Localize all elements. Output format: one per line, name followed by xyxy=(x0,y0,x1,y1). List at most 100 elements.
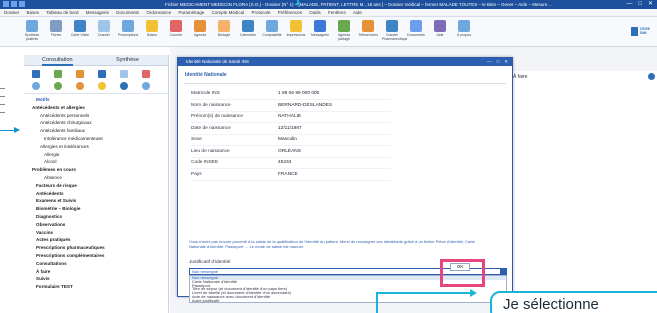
left-panel: Consultation Synthèse Motifs Antécédents … xyxy=(24,55,169,313)
menu-item[interactable]: Dossier xyxy=(4,10,19,15)
left-callout-arrowhead xyxy=(14,127,20,133)
tree-item[interactable]: Antécédents chirurgicaux xyxy=(40,120,92,126)
tree-item[interactable]: Intolérance médicamenteuse xyxy=(44,136,103,142)
undo-icon[interactable] xyxy=(11,1,17,7)
close-icon[interactable]: ✕ xyxy=(648,1,653,7)
ribbon-button[interactable]: Synthèse patients xyxy=(22,20,42,42)
field-label: Matricule INS xyxy=(191,91,220,96)
ribbon-button[interactable]: Prescriptions xyxy=(118,20,138,38)
ribbon-button-icon xyxy=(266,20,278,32)
tree-item[interactable]: Allergies et intolérances xyxy=(40,144,89,150)
menu-item[interactable]: Paramétrage xyxy=(178,10,204,15)
menu-item[interactable]: Aide xyxy=(353,10,362,15)
ribbon-button-icon xyxy=(218,20,230,32)
maximize-icon[interactable]: □ xyxy=(638,1,642,7)
ribbon-button[interactable]: Carte Vitale xyxy=(70,20,90,38)
window-controls: — □ ✕ xyxy=(620,0,653,9)
menu-item[interactable]: Compte Médical xyxy=(212,10,245,15)
panel-tool-icon[interactable] xyxy=(142,70,150,78)
tree-item[interactable]: Absence xyxy=(44,175,62,181)
dialog-minimize-icon[interactable]: — xyxy=(487,59,492,64)
tree-item[interactable]: Alcool xyxy=(44,159,57,165)
panel-tool-icon[interactable] xyxy=(32,82,40,90)
tree-item[interactable]: Prescriptions pharmaceutiques xyxy=(36,245,105,251)
menu-item[interactable]: Messagerie xyxy=(86,10,109,15)
tree-item[interactable]: Problèmes en cours xyxy=(32,167,76,173)
menu-item[interactable]: Outils xyxy=(309,10,321,15)
ribbon-button-label: Bases xyxy=(147,33,157,37)
tree-item[interactable]: Antécédents personnels xyxy=(40,113,89,119)
chevron-down-icon[interactable] xyxy=(500,269,506,274)
tree-item[interactable]: Vaccins xyxy=(36,230,53,236)
menu-item[interactable]: Tableau de bord xyxy=(46,10,78,15)
menu-item[interactable]: Bases xyxy=(27,10,40,15)
panel-tool-icon[interactable] xyxy=(76,82,84,90)
field-value: FRANCE xyxy=(278,171,298,177)
tree-item[interactable]: Prescriptions complémentaires xyxy=(36,253,104,259)
tree-item[interactable]: Antécédents xyxy=(36,191,64,197)
field-divider xyxy=(191,145,391,146)
tab-consultation[interactable]: Consultation xyxy=(42,57,73,66)
tree-item[interactable]: Antécédents familiaux xyxy=(40,128,85,134)
ribbon-button[interactable]: Messagerie xyxy=(310,20,330,38)
minimize-icon[interactable]: — xyxy=(626,1,632,7)
tree-item[interactable]: Motifs xyxy=(36,97,50,103)
panel-tool-icon[interactable] xyxy=(98,70,106,78)
panel-tool-icon[interactable] xyxy=(54,70,62,78)
tree-item[interactable]: Allergie xyxy=(44,152,59,158)
tree-item[interactable]: Facteurs de risque xyxy=(36,183,77,189)
panel-tool-icon[interactable] xyxy=(142,82,150,90)
ribbon-button[interactable]: Bases xyxy=(142,20,162,38)
ribbon-button[interactable]: Comptabilité xyxy=(262,20,282,38)
ribbon-button[interactable]: Biologie xyxy=(214,20,234,38)
tree-item[interactable]: Antécédents et allergies xyxy=(32,105,85,111)
panel-tool-icon[interactable] xyxy=(32,70,40,78)
dialog-close-icon[interactable]: ✕ xyxy=(504,59,508,64)
tree-item[interactable]: Formulaire TEST xyxy=(36,284,73,290)
tree-item[interactable]: Observations xyxy=(36,222,65,228)
menu-item[interactable]: Ordonnance xyxy=(146,10,171,15)
ribbon-button[interactable]: Dossier Pharmaceutique xyxy=(382,20,408,42)
dropdown-option[interactable]: Autre justificatif xyxy=(192,298,219,303)
tab-synthese[interactable]: Synthèse xyxy=(116,57,139,63)
panel-tool-icon[interactable] xyxy=(120,82,128,90)
ribbon-button-label: Courrier xyxy=(169,33,183,37)
panel-tool-icon[interactable] xyxy=(120,70,128,78)
panel-tool-icon[interactable] xyxy=(98,82,106,90)
ribbon-button[interactable]: Calendrier xyxy=(238,20,258,38)
tree-item[interactable]: Examens et Suivis xyxy=(36,198,76,204)
ribbon-button-label: Impressions xyxy=(286,33,306,37)
menu-item[interactable]: Préférences xyxy=(278,10,302,15)
justificatif-label: Justificatif d'identité xyxy=(189,260,231,265)
right-panel: À faire xyxy=(510,71,657,313)
ribbon-button[interactable]: À propos xyxy=(454,20,474,38)
panel-tool-icon[interactable] xyxy=(54,82,62,90)
section-header: Identité Nationale xyxy=(185,72,227,78)
ribbon-button[interactable]: Aide xyxy=(430,20,450,38)
tree-item[interactable]: Biométrie – Biologie xyxy=(36,206,80,212)
tree-item[interactable]: Diagnostics xyxy=(36,214,62,220)
tree-item[interactable]: Consultations xyxy=(36,261,67,267)
ribbon-button[interactable]: Fiches xyxy=(46,20,66,38)
menu-item[interactable]: Protocole xyxy=(251,10,270,15)
redo-icon[interactable] xyxy=(19,1,25,7)
dialog-maximize-icon[interactable]: □ xyxy=(497,59,500,64)
save-icon[interactable] xyxy=(3,1,9,7)
field-value: 1 89 06 99 000 000 xyxy=(278,91,320,96)
settings-gear-icon[interactable] xyxy=(648,73,655,80)
menu-item[interactable]: Fenêtres xyxy=(328,10,346,15)
ribbon-button[interactable]: Téléservices xyxy=(358,20,378,38)
field-divider xyxy=(191,168,391,169)
tree-item[interactable]: À faire xyxy=(36,269,50,275)
ribbon-button[interactable]: Impressions xyxy=(286,20,306,38)
logo-text: CEGE DIM xyxy=(640,27,650,35)
tree-item[interactable]: Actes pratiqués xyxy=(36,237,70,243)
ribbon-button[interactable]: Agenda partagé xyxy=(334,20,354,42)
tree-item[interactable]: Suivis xyxy=(36,276,50,282)
panel-tool-icon[interactable] xyxy=(76,70,84,78)
menu-item[interactable]: Documents xyxy=(116,10,139,15)
ribbon-button[interactable]: Courrier xyxy=(166,20,186,38)
ribbon-button[interactable]: Dossier xyxy=(94,20,114,38)
ribbon-button[interactable]: Documents xyxy=(406,20,426,38)
ribbon-button[interactable]: Agenda xyxy=(190,20,210,38)
